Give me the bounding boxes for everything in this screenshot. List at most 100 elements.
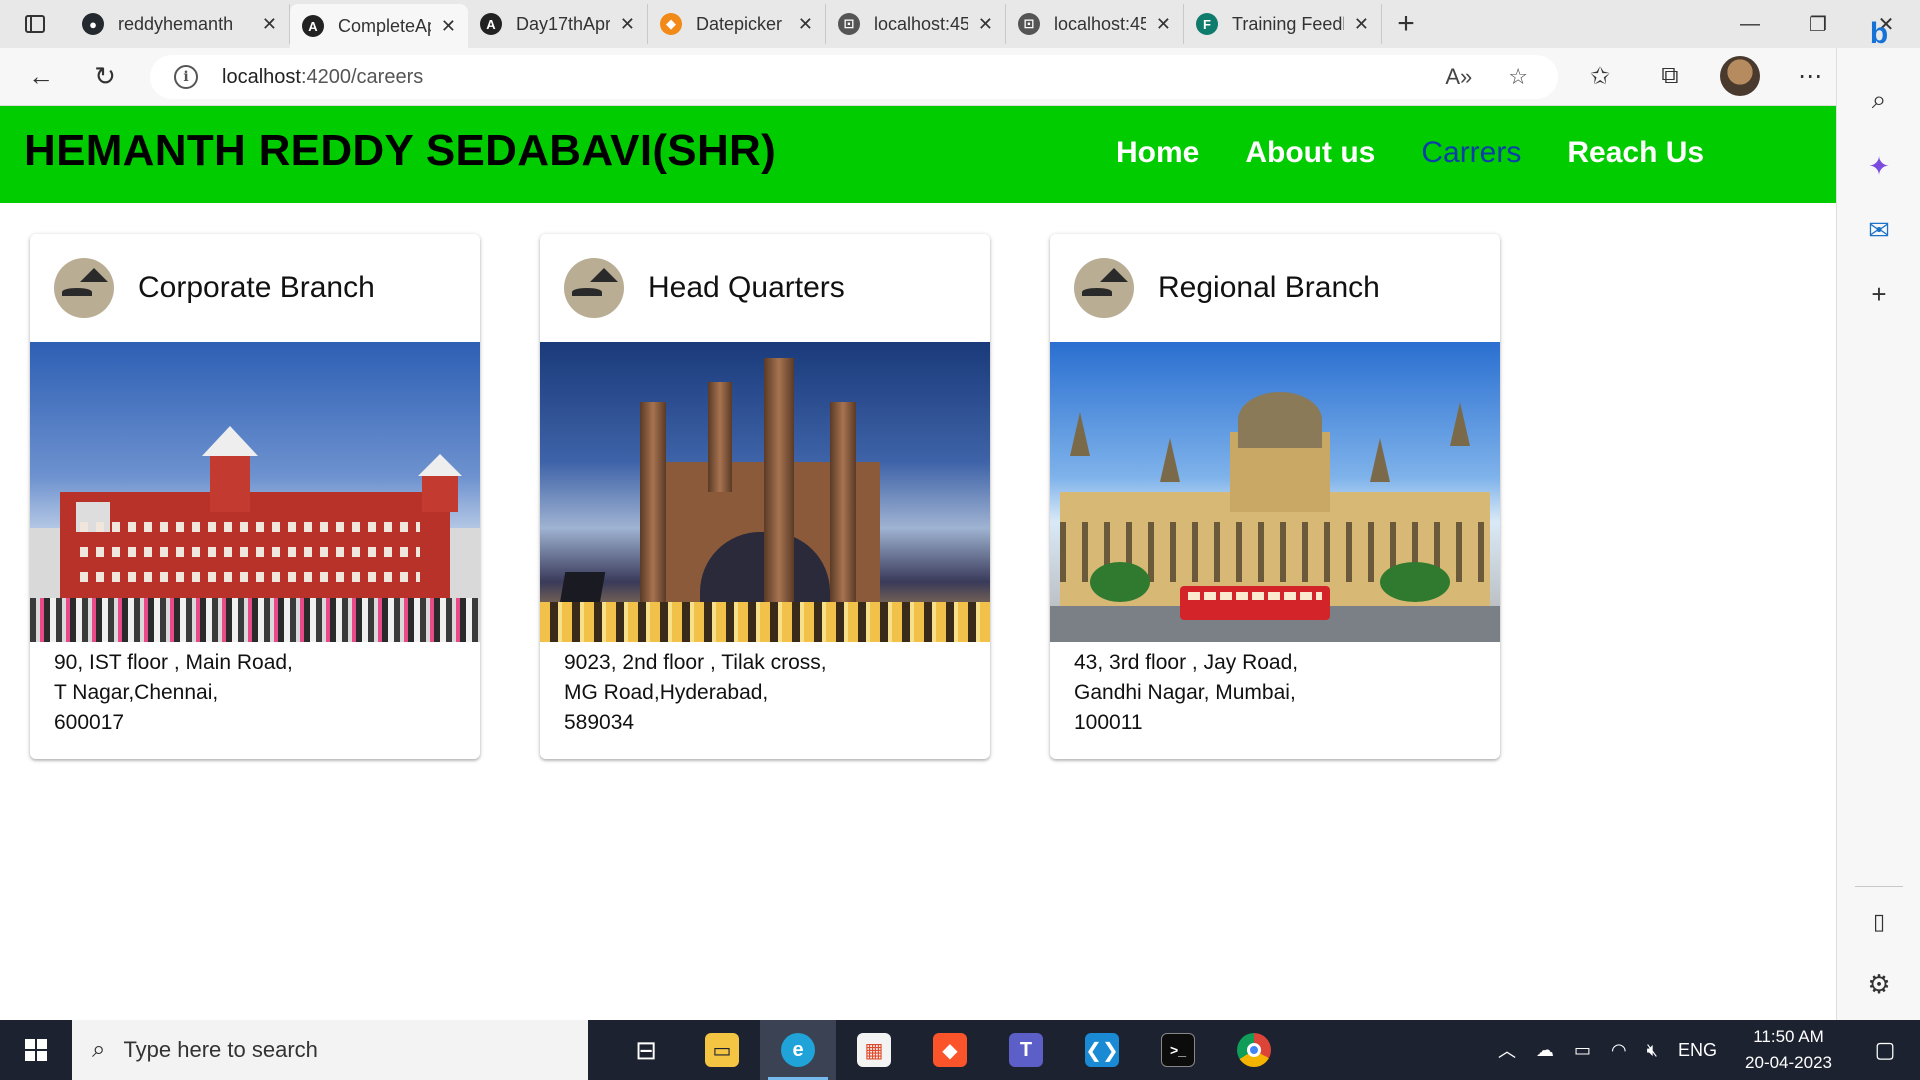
taskbar-search[interactable]: ⌕ Type here to search [72, 1020, 588, 1080]
language-indicator[interactable]: ENG [1678, 1040, 1717, 1061]
browser-tab[interactable]: ● reddyhemanth ✕ [70, 4, 290, 44]
edge-icon: e [781, 1033, 815, 1067]
terminal-button[interactable]: >_ [1140, 1020, 1216, 1080]
branch-card: Regional Branch 43, 3rd floor , Jay Road,… [1050, 234, 1500, 759]
address-line: 100011 [1074, 711, 1143, 734]
teams-button[interactable]: T [988, 1020, 1064, 1080]
add-favorite-icon[interactable]: ☆ [1508, 64, 1528, 90]
plus-icon: + [1397, 7, 1415, 40]
folder-icon: ▭ [705, 1033, 739, 1067]
browser-tab[interactable]: ⊡ localhost:4500/ ✕ [826, 4, 1006, 44]
refresh-icon: ↻ [94, 61, 116, 91]
chennai-building-image [30, 342, 480, 642]
read-aloud-icon[interactable]: A» [1445, 64, 1472, 90]
task-view-button[interactable]: ⊟ [608, 1020, 684, 1080]
tab-title: localhost:4500/ [1054, 13, 1146, 34]
brave-button[interactable]: ◆ [912, 1020, 988, 1080]
gear-icon[interactable]: ⚙ [1855, 960, 1903, 1008]
url-path: :4200/careers [300, 65, 424, 88]
teams-icon: T [1009, 1033, 1043, 1067]
tab-title: Datepicker | An [696, 13, 788, 34]
nav-link-home[interactable]: Home [1116, 136, 1199, 170]
tab-title: reddyhemanth [118, 13, 234, 34]
store-button[interactable]: ▦ [836, 1020, 912, 1080]
close-icon[interactable]: ✕ [262, 14, 277, 35]
tab-actions-button[interactable] [0, 0, 70, 48]
battery-icon[interactable]: ▭ [1574, 1040, 1591, 1061]
card-header: Regional Branch [1050, 234, 1500, 342]
chevron-up-icon[interactable]: ︿ [1498, 1037, 1516, 1063]
branch-address: 90, IST floor , Main Road, T Nagar,Chenna… [30, 642, 480, 738]
search-icon: ⌕ [92, 1036, 106, 1063]
edge-sidebar: b ⌕ ✦ ✉ + ▯ ⚙ [1836, 17, 1920, 1020]
address-line: 9023, 2nd floor , Tilak cross, [564, 651, 827, 674]
browser-tab[interactable]: ⊡ localhost:4500/ ✕ [1006, 4, 1184, 44]
close-icon[interactable]: ✕ [1156, 14, 1171, 35]
browser-tab[interactable]: ◆ Datepicker | An ✕ [648, 4, 826, 44]
card-header: Corporate Branch [30, 234, 480, 342]
file-explorer-button[interactable]: ▭ [684, 1020, 760, 1080]
company-logo-icon [54, 258, 114, 318]
close-icon[interactable]: ✕ [1354, 14, 1369, 35]
clock-time: 11:50 AM [1753, 1027, 1824, 1046]
tab-actions-icon [25, 15, 45, 33]
favorites-icon[interactable]: ✩ [1580, 56, 1620, 96]
minimize-button[interactable]: — [1716, 0, 1784, 48]
address-bar[interactable]: i localhost:4200/careers A» ☆ [150, 55, 1558, 99]
address-line: T Nagar,Chennai, [54, 681, 219, 704]
close-icon[interactable]: ✕ [620, 14, 635, 35]
copilot-icon[interactable]: ✦ [1855, 142, 1903, 190]
page-content: HEMANTH REDDY SEDABAVI(SHR) Home About us… [0, 106, 1836, 1020]
brand-title: HEMANTH REDDY SEDABAVI(SHR) [24, 126, 777, 175]
card-title: Regional Branch [1158, 271, 1380, 304]
tab-title: Training Feedb [1232, 13, 1344, 34]
brave-shield-icon: ◆ [660, 13, 682, 35]
close-icon[interactable]: ✕ [441, 16, 456, 37]
address-line: 589034 [564, 711, 635, 734]
close-icon[interactable]: ✕ [978, 14, 993, 35]
bing-icon[interactable]: b [1855, 10, 1903, 58]
site-info-icon[interactable]: i [174, 65, 198, 89]
tab-title: CompleteApp [338, 15, 431, 36]
new-tab-button[interactable]: + [1382, 4, 1430, 44]
outlook-icon[interactable]: ✉ [1855, 206, 1903, 254]
nav-link-about-us[interactable]: About us [1245, 136, 1375, 170]
back-button[interactable]: ← [20, 56, 62, 98]
profile-avatar[interactable] [1720, 56, 1760, 96]
edge-button[interactable]: e [760, 1020, 836, 1080]
search-icon[interactable]: ⌕ [1855, 76, 1903, 124]
close-icon[interactable]: ✕ [798, 14, 813, 35]
tab-title: Day17thAprTas [516, 13, 610, 34]
branch-card: Corporate Branch 90, IST floor , Main Roa… [30, 234, 480, 759]
browser-tab[interactable]: A CompleteApp ✕ [290, 4, 468, 48]
split-screen-icon[interactable]: ▯ [1855, 898, 1903, 946]
address-line: MG Road,Hyderabad, [564, 681, 769, 704]
chrome-button[interactable] [1216, 1020, 1292, 1080]
card-title: Corporate Branch [138, 271, 375, 304]
more-menu-icon[interactable]: ⋯ [1790, 56, 1830, 96]
nav-link-carrers[interactable]: Carrers [1421, 136, 1521, 170]
clock[interactable]: 11:50 AM 20-04-2023 [1745, 1024, 1832, 1076]
localhost-icon: ⊡ [838, 13, 860, 35]
restore-button[interactable]: ❐ [1784, 0, 1852, 48]
onedrive-icon[interactable]: ☁ [1536, 1040, 1554, 1061]
add-sidebar-app-icon[interactable]: + [1855, 270, 1903, 318]
charminar-image [540, 342, 990, 642]
notification-icon[interactable]: ▢ [1860, 1020, 1910, 1080]
url-text[interactable]: localhost:4200/careers [222, 66, 423, 89]
clock-date: 20-04-2023 [1745, 1053, 1832, 1072]
start-button[interactable] [0, 1020, 72, 1080]
chrome-icon [1237, 1033, 1271, 1067]
browser-tab[interactable]: F Training Feedb ✕ [1184, 4, 1382, 44]
wifi-icon[interactable]: ◠ [1611, 1040, 1627, 1061]
main-nav: Home About us Carrers Reach Us [1116, 136, 1704, 170]
browser-tab[interactable]: A Day17thAprTas ✕ [468, 4, 648, 44]
company-logo-icon [1074, 258, 1134, 318]
forms-icon: F [1196, 13, 1218, 35]
refresh-button[interactable]: ↻ [84, 56, 126, 98]
volume-muted-icon[interactable]: 🔇︎ [1647, 1040, 1658, 1061]
vscode-button[interactable]: ❮❯ [1064, 1020, 1140, 1080]
windows-taskbar: ⌕ Type here to search ⊟ ▭ e ▦ ◆ T ❮❯ >_ … [0, 1020, 1920, 1080]
collections-icon[interactable]: ⧉ [1650, 56, 1690, 96]
nav-link-reach-us[interactable]: Reach Us [1567, 136, 1704, 170]
